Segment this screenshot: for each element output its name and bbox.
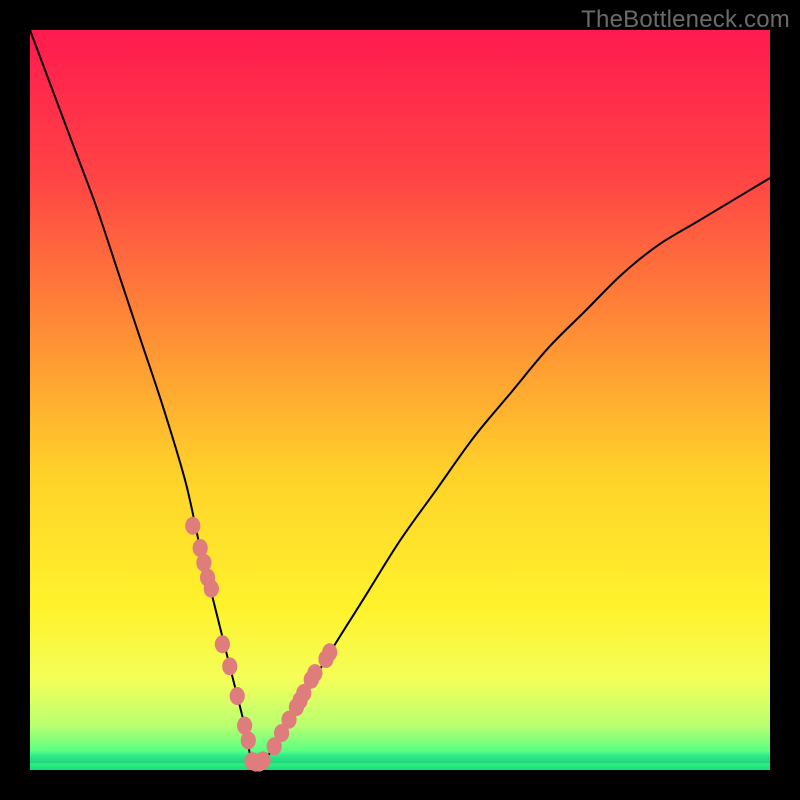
sample-dot [256,751,271,769]
v-curve [30,30,770,766]
marker-dots [185,517,337,772]
sample-dot [230,687,245,705]
watermark-text: TheBottleneck.com [581,6,790,34]
sample-dot [215,635,230,653]
sample-dot [241,731,256,749]
sample-dot [204,580,219,598]
sample-dot [322,643,337,661]
sample-dot [222,657,237,675]
bottleneck-curve-layer [30,30,770,770]
sample-dot [185,517,200,535]
sample-dot [307,664,322,682]
